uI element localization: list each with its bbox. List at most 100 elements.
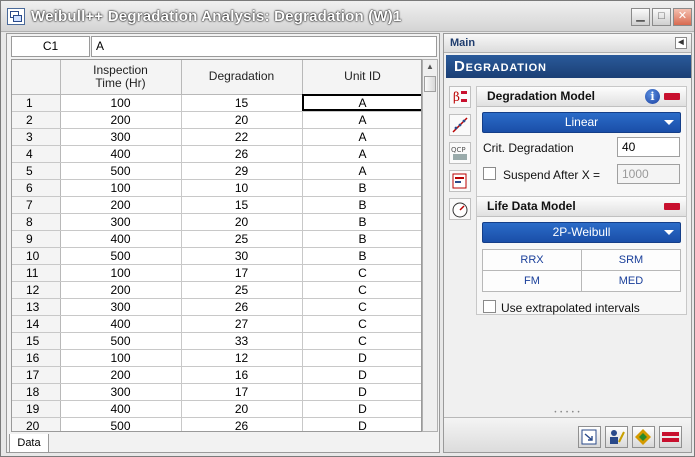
extrapolated-checkbox[interactable]: [483, 300, 496, 313]
row-number[interactable]: 11: [12, 264, 61, 282]
row-number[interactable]: 20: [12, 417, 61, 431]
row-number[interactable]: 15: [12, 332, 61, 350]
table-cell[interactable]: A: [302, 145, 421, 163]
row-number[interactable]: 5: [12, 162, 61, 180]
row-number[interactable]: 6: [12, 179, 61, 197]
table-cell[interactable]: 15: [181, 94, 303, 112]
table-cell[interactable]: 400: [60, 315, 182, 333]
table-cell[interactable]: D: [302, 417, 421, 431]
table-cell[interactable]: 25: [181, 230, 303, 248]
table-cell[interactable]: 100: [60, 349, 182, 367]
table-cell[interactable]: C: [302, 315, 421, 333]
table-cell[interactable]: 17: [181, 264, 303, 282]
table-cell[interactable]: 29: [181, 162, 303, 180]
table-cell[interactable]: 500: [60, 417, 182, 431]
table-cell[interactable]: 20: [181, 111, 303, 129]
report-icon[interactable]: [449, 170, 471, 192]
beta-parameter-icon[interactable]: β: [449, 86, 471, 108]
row-number[interactable]: 3: [12, 128, 61, 146]
suspend-checkbox[interactable]: [483, 167, 496, 180]
data-grid[interactable]: Inspection Time (Hr) Degradation Unit ID …: [11, 59, 422, 432]
table-cell[interactable]: 100: [60, 264, 182, 282]
table-cell[interactable]: 25: [181, 281, 303, 299]
row-number[interactable]: 13: [12, 298, 61, 316]
user-settings-icon[interactable]: [605, 426, 628, 448]
row-number[interactable]: 12: [12, 281, 61, 299]
collapse-panel-icon[interactable]: [664, 203, 680, 210]
table-cell[interactable]: A: [302, 94, 421, 112]
table-cell[interactable]: D: [302, 383, 421, 401]
row-number[interactable]: 7: [12, 196, 61, 214]
table-cell[interactable]: 200: [60, 111, 182, 129]
table-cell[interactable]: 12: [181, 349, 303, 367]
table-cell[interactable]: C: [302, 298, 421, 316]
row-number[interactable]: 19: [12, 400, 61, 418]
table-cell[interactable]: 26: [181, 145, 303, 163]
fm-button[interactable]: FM: [483, 271, 581, 291]
table-cell[interactable]: A: [302, 128, 421, 146]
table-cell[interactable]: 16: [181, 366, 303, 384]
corner-header[interactable]: [12, 60, 61, 95]
row-number[interactable]: 16: [12, 349, 61, 367]
table-cell[interactable]: 20: [181, 213, 303, 231]
table-cell[interactable]: B: [302, 196, 421, 214]
row-number[interactable]: 17: [12, 366, 61, 384]
table-cell[interactable]: 26: [181, 298, 303, 316]
table-cell[interactable]: 400: [60, 400, 182, 418]
table-cell[interactable]: 300: [60, 128, 182, 146]
gauge-icon[interactable]: [449, 198, 471, 220]
table-cell[interactable]: 17: [181, 383, 303, 401]
scroll-up-icon[interactable]: ▲: [423, 60, 437, 74]
table-cell[interactable]: 30: [181, 247, 303, 265]
table-cell[interactable]: 200: [60, 196, 182, 214]
row-number[interactable]: 8: [12, 213, 61, 231]
rrx-button[interactable]: RRX: [483, 250, 581, 270]
qcp-icon[interactable]: QCP: [449, 142, 471, 164]
table-cell[interactable]: 200: [60, 366, 182, 384]
table-cell[interactable]: 26: [181, 417, 303, 431]
table-cell[interactable]: 27: [181, 315, 303, 333]
cell-value-input[interactable]: A: [91, 36, 437, 57]
table-cell[interactable]: B: [302, 179, 421, 197]
table-cell[interactable]: D: [302, 400, 421, 418]
table-cell[interactable]: B: [302, 247, 421, 265]
maximize-icon[interactable]: □: [652, 8, 671, 26]
table-cell[interactable]: A: [302, 162, 421, 180]
table-cell[interactable]: D: [302, 366, 421, 384]
plot-icon[interactable]: [449, 114, 471, 136]
transfer-icon[interactable]: [578, 426, 601, 448]
table-cell[interactable]: C: [302, 332, 421, 350]
table-cell[interactable]: 200: [60, 281, 182, 299]
table-cell[interactable]: 500: [60, 247, 182, 265]
row-number[interactable]: 14: [12, 315, 61, 333]
row-number[interactable]: 9: [12, 230, 61, 248]
table-cell[interactable]: 400: [60, 145, 182, 163]
table-cell[interactable]: 100: [60, 179, 182, 197]
cell-reference-box[interactable]: C1: [11, 36, 90, 57]
calculate-icon[interactable]: [632, 426, 655, 448]
srm-button[interactable]: SRM: [582, 250, 680, 270]
table-cell[interactable]: C: [302, 281, 421, 299]
table-cell[interactable]: 22: [181, 128, 303, 146]
row-number[interactable]: 1: [12, 94, 61, 112]
collapse-left-icon[interactable]: ◀: [675, 37, 687, 49]
table-cell[interactable]: 500: [60, 332, 182, 350]
row-number[interactable]: 2: [12, 111, 61, 129]
plot-results-icon[interactable]: [659, 426, 682, 448]
life-data-model-dropdown[interactable]: 2P-Weibull: [482, 222, 681, 243]
info-icon[interactable]: i: [645, 89, 660, 104]
vertical-scrollbar[interactable]: ▲: [422, 59, 438, 432]
close-icon[interactable]: ✕: [673, 8, 692, 26]
table-cell[interactable]: D: [302, 349, 421, 367]
sheet-tab-data[interactable]: Data: [9, 434, 49, 453]
scroll-thumb[interactable]: [424, 76, 436, 92]
table-cell[interactable]: B: [302, 213, 421, 231]
table-cell[interactable]: 10: [181, 179, 303, 197]
app-icon[interactable]: [7, 8, 25, 25]
minimize-icon[interactable]: ▁: [631, 8, 650, 26]
table-cell[interactable]: 500: [60, 162, 182, 180]
row-number[interactable]: 4: [12, 145, 61, 163]
crit-degradation-input[interactable]: 40: [617, 137, 680, 157]
med-button[interactable]: MED: [582, 271, 680, 291]
table-cell[interactable]: 33: [181, 332, 303, 350]
